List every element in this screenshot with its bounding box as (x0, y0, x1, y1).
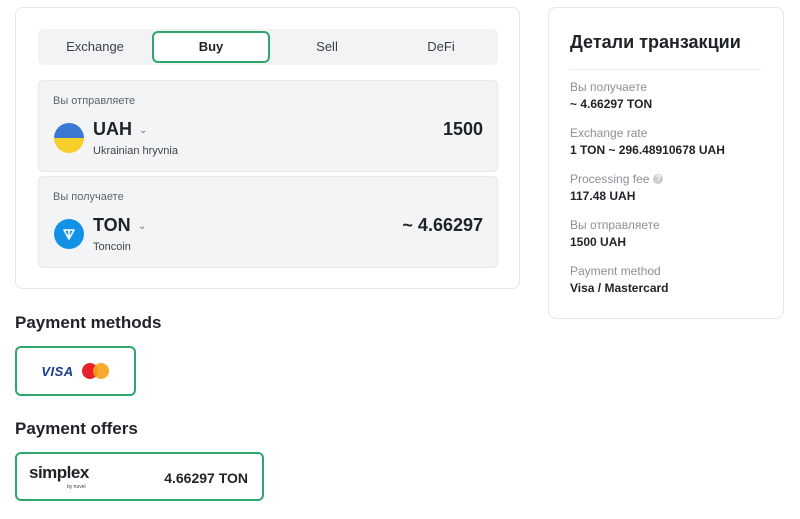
transaction-details-panel: Детали транзакции Вы получаете ~ 4.66297… (548, 7, 784, 319)
visa-logo: VISA (41, 363, 74, 379)
offer-amount: 4.66297 TON (164, 470, 248, 486)
detail-value: Visa / Mastercard (570, 281, 669, 295)
tab-exchange[interactable]: Exchange (38, 31, 152, 63)
chevron-down-icon[interactable]: ⌄ (138, 221, 146, 232)
payment-offers-title: Payment offers (15, 419, 138, 438)
mode-tabs: Exchange Buy Sell DeFi (38, 29, 498, 65)
tab-defi[interactable]: DeFi (384, 31, 498, 63)
detail-row-receive: Вы получаете ~ 4.66297 TON (570, 80, 652, 111)
send-amount-input[interactable]: 1500 (443, 119, 483, 140)
payment-offer-simplex[interactable]: simplex by nuvei 4.66297 TON (15, 452, 264, 501)
detail-row-rate: Exchange rate 1 TON ~ 296.48910678 UAH (570, 126, 725, 157)
receive-amount: ~ 4.66297 (402, 215, 483, 235)
help-icon[interactable]: ? (653, 174, 664, 184)
simplex-logo-sub: by nuvei (67, 484, 86, 490)
tab-sell[interactable]: Sell (270, 31, 384, 63)
detail-row-send: Вы отправляете 1500 UAH (570, 218, 660, 249)
receive-field: Вы получаете TON ⌄ Toncoin ~ 4.66297 (38, 176, 498, 268)
detail-label: Exchange rate (570, 126, 648, 140)
detail-value: 1 TON ~ 296.48910678 UAH (570, 143, 725, 157)
ukraine-flag-icon (54, 123, 84, 153)
receive-currency-selector[interactable]: TON (93, 215, 131, 236)
payment-method-visa-mastercard[interactable]: VISA (15, 346, 136, 396)
simplex-logo: simplex (29, 463, 89, 482)
toncoin-icon (54, 219, 84, 249)
receive-currency-name: Toncoin (93, 241, 131, 253)
swap-card: Exchange Buy Sell DeFi Вы отправляете UA… (15, 7, 520, 289)
divider (570, 69, 762, 70)
detail-value: 117.48 UAH (570, 189, 636, 203)
payment-methods-title: Payment methods (15, 313, 162, 332)
detail-value: ~ 4.66297 TON (570, 97, 653, 111)
receive-label: Вы получаете (53, 191, 124, 203)
detail-label: Processing fee ? (570, 172, 664, 186)
chevron-down-icon[interactable]: ⌄ (139, 125, 147, 136)
send-currency-name: Ukrainian hryvnia (93, 145, 178, 157)
send-currency-selector[interactable]: UAH (93, 119, 132, 140)
detail-value: 1500 UAH (570, 235, 627, 249)
details-title: Детали транзакции (570, 32, 741, 52)
detail-row-payment-method: Payment method Visa / Mastercard (570, 264, 669, 295)
detail-label: Payment method (570, 264, 661, 278)
detail-row-fee: Processing fee ? 117.48 UAH (570, 172, 664, 203)
send-label: Вы отправляете (53, 95, 136, 107)
send-field: Вы отправляете UAH ⌄ Ukrainian hryvnia 1… (38, 80, 498, 172)
detail-label-text: Processing fee (570, 172, 650, 186)
detail-label: Вы получаете (570, 80, 648, 94)
detail-label: Вы отправляете (570, 218, 660, 232)
mastercard-icon (81, 363, 110, 379)
tab-buy[interactable]: Buy (152, 31, 270, 63)
